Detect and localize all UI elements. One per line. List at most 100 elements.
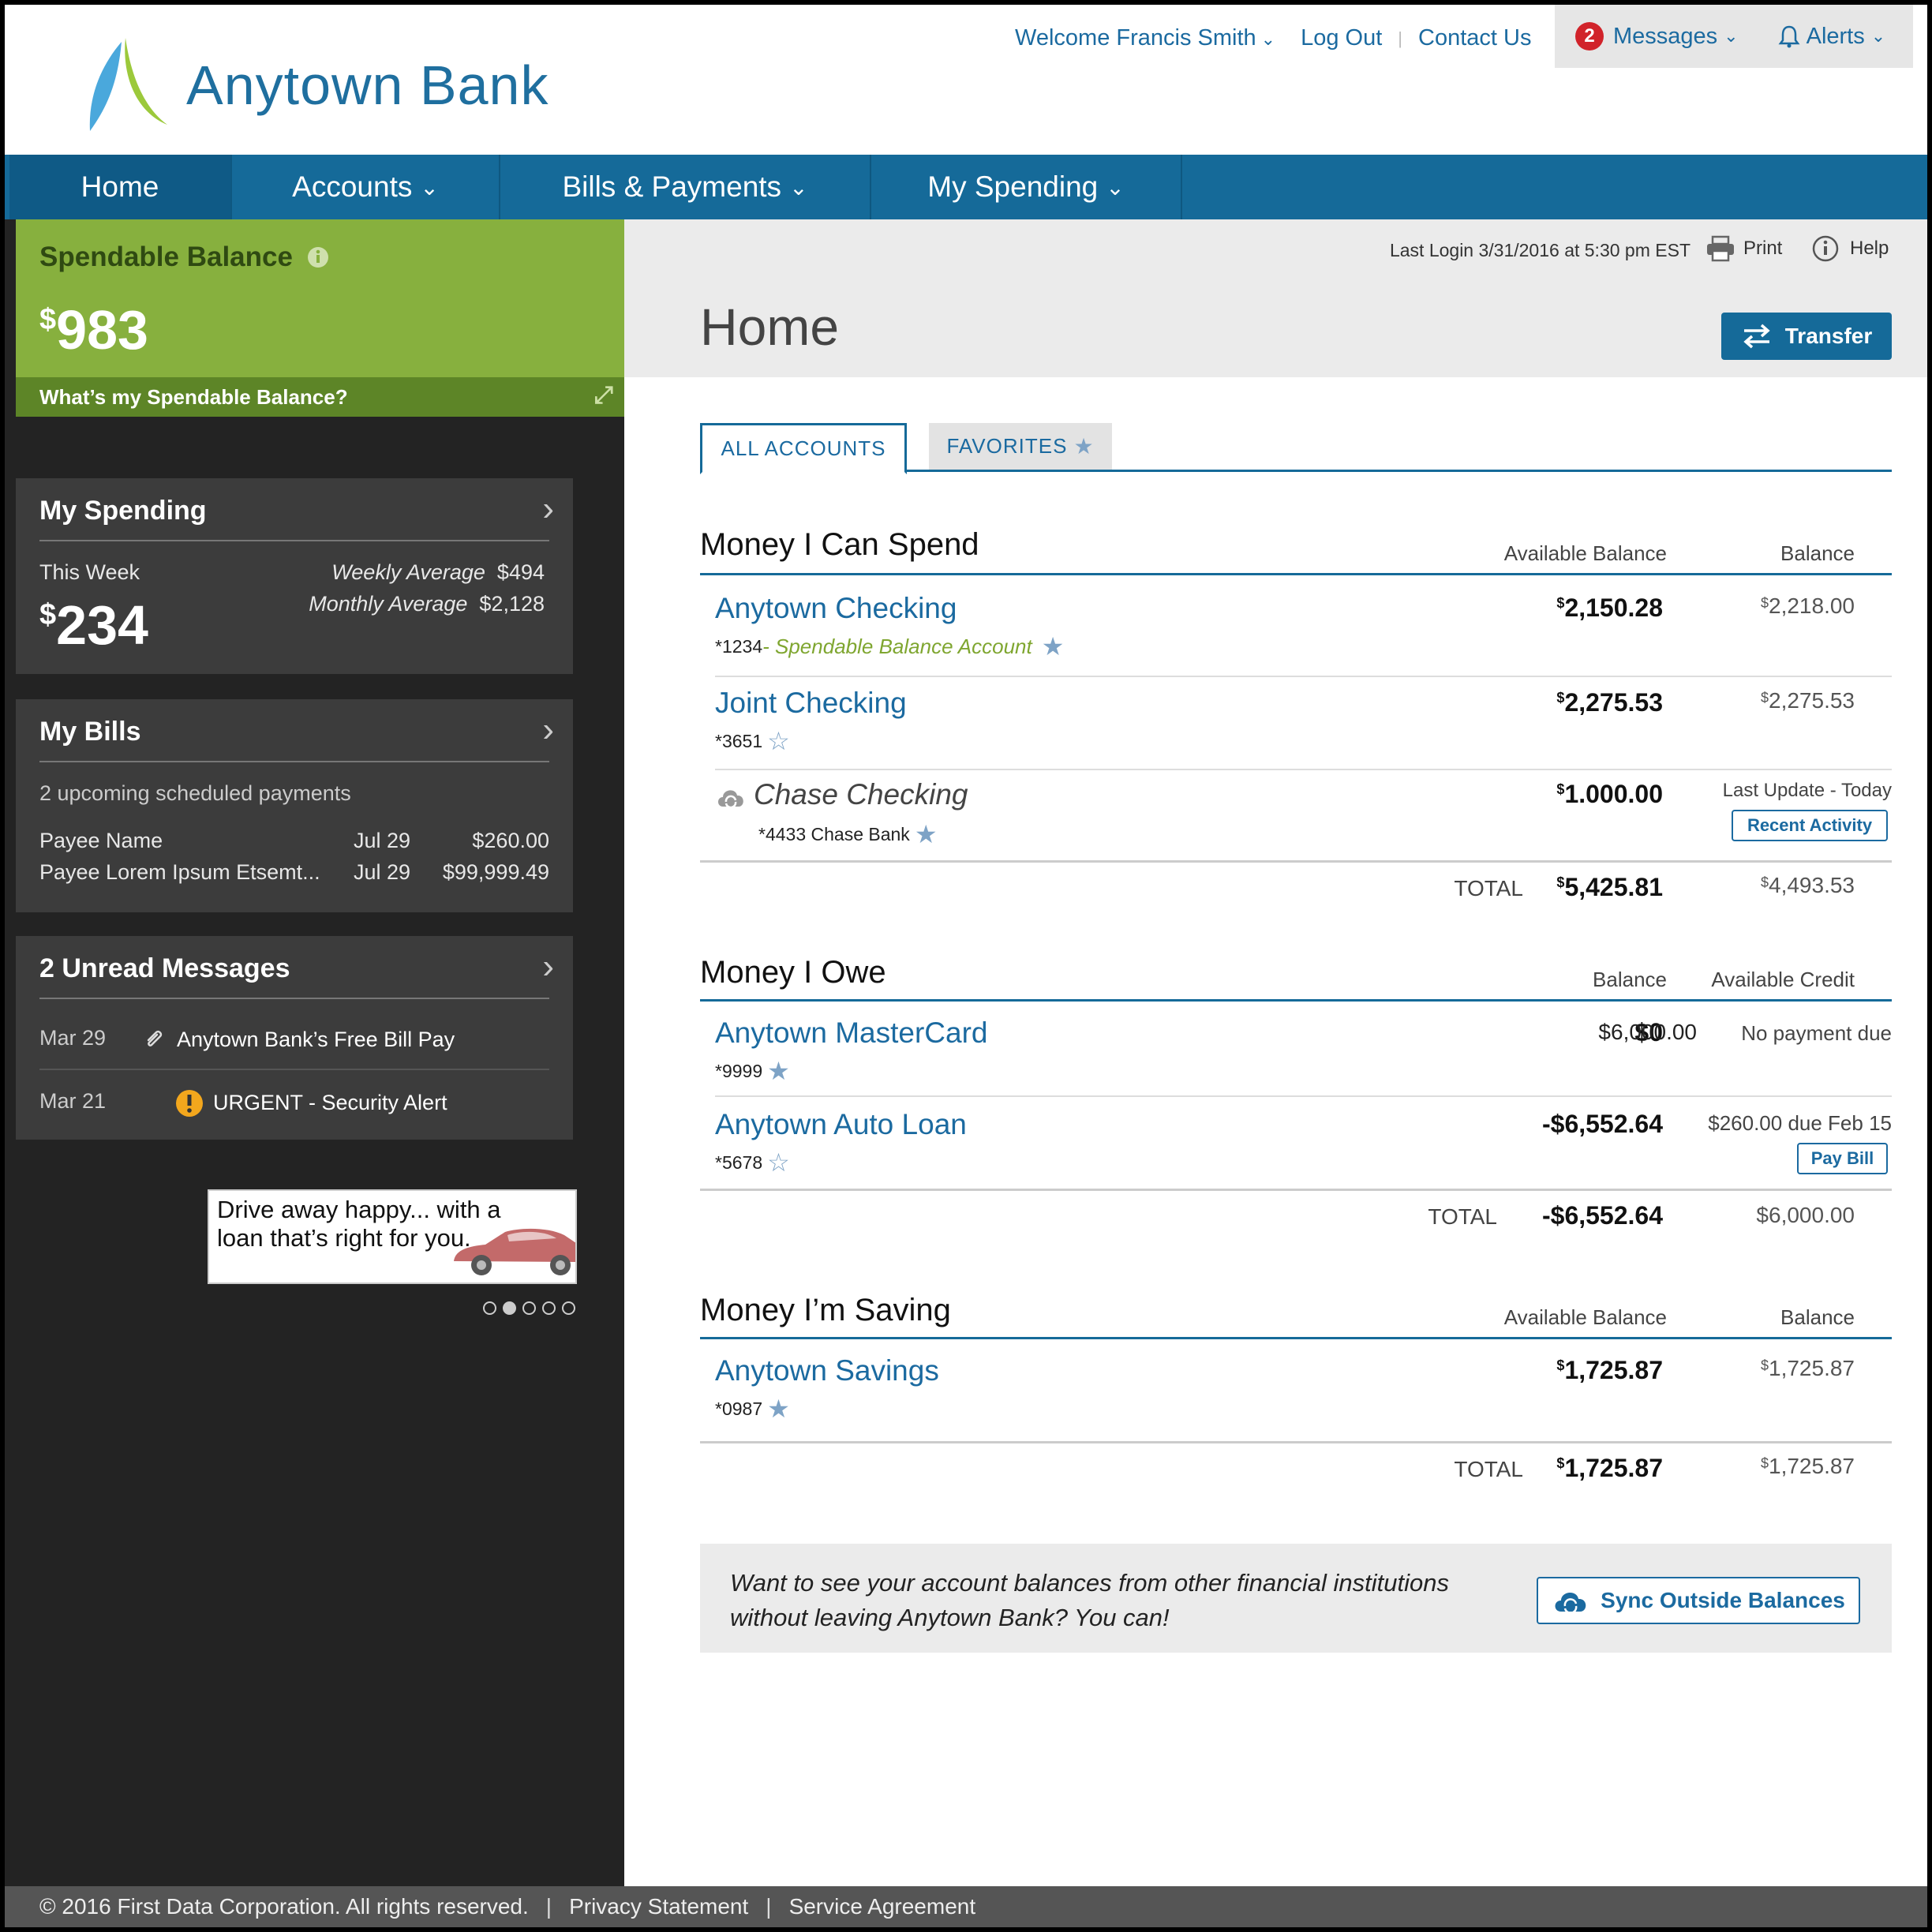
- chevron-down-icon: ⌄: [1870, 26, 1886, 46]
- balance-value: 2,218.00: [1769, 593, 1855, 618]
- spendable-balance-help-link[interactable]: What’s my Spendable Balance? ⤢: [16, 377, 624, 417]
- alerts-label: Alerts: [1806, 23, 1865, 49]
- account-number: *3651 ☆: [715, 726, 790, 756]
- star-icon[interactable]: ★: [767, 1056, 790, 1086]
- col-header-available-credit: Available Credit: [1711, 968, 1855, 991]
- star-icon[interactable]: ★: [767, 1394, 790, 1424]
- logout-link[interactable]: Log Out: [1301, 25, 1382, 51]
- nav-accounts-label: Accounts: [292, 170, 413, 203]
- nav-bills-label: Bills & Payments: [562, 170, 782, 203]
- col-header-balance: Balance: [1593, 968, 1667, 991]
- bill-date: Jul 29: [354, 829, 411, 852]
- nav-my-spending[interactable]: My Spending ⌄: [871, 155, 1182, 219]
- available-balance: $1,725.87: [1556, 1356, 1663, 1384]
- currency-symbol: $: [39, 303, 57, 336]
- chevron-right-icon[interactable]: ›: [542, 710, 554, 750]
- nav-home[interactable]: Home: [9, 155, 232, 219]
- star-icon[interactable]: ★: [915, 819, 938, 849]
- available-balance-value: 2,150.28: [1564, 593, 1663, 622]
- chevron-down-icon: ⌄: [1106, 174, 1125, 200]
- page-header: Last Login 3/31/2016 at 5:30 pm EST Prin…: [624, 219, 1927, 377]
- tab-favorites-label: FAVORITES: [946, 434, 1068, 458]
- bill-payee: Payee Lorem Ipsum Etsemt...: [39, 860, 320, 884]
- promo-banner[interactable]: Drive away happy... with a loan that’s r…: [208, 1189, 577, 1284]
- bill-payee: Payee Name: [39, 829, 163, 852]
- chevron-right-icon[interactable]: ›: [542, 489, 554, 529]
- divider: |: [545, 1894, 552, 1919]
- unread-messages-card[interactable]: 2 Unread Messages › Mar 29 Anytown Bank’…: [16, 936, 573, 1140]
- star-icon[interactable]: ★: [1042, 631, 1065, 661]
- section-title-spend: Money I Can Spend: [700, 527, 979, 562]
- spendable-balance-title: Spendable Balance: [39, 242, 329, 273]
- messages-menu[interactable]: 2 Messages ⌄: [1575, 22, 1739, 51]
- nav-accounts[interactable]: Accounts ⌄: [232, 155, 500, 219]
- account-name-link[interactable]: Anytown Checking: [715, 592, 957, 625]
- privacy-link[interactable]: Privacy Statement: [569, 1894, 748, 1919]
- info-icon[interactable]: [307, 246, 329, 268]
- alerts-menu[interactable]: Alerts ⌄: [1778, 23, 1886, 50]
- cloud-sync-icon: [718, 790, 743, 809]
- account-number: *5678 ☆: [715, 1148, 790, 1178]
- account-number: *4433 Chase Bank ★: [758, 819, 938, 849]
- section-title-save: Money I’m Saving: [700, 1293, 951, 1327]
- account-name-link[interactable]: Anytown Savings: [715, 1354, 939, 1387]
- my-bills-title: My Bills: [39, 717, 141, 747]
- chevron-down-icon: ⌄: [420, 174, 439, 200]
- total-balance: $1,725.87: [1760, 1454, 1855, 1478]
- account-number: *1234 - Spendable Balance Account ★: [715, 631, 1064, 661]
- tab-all-accounts[interactable]: ALL ACCOUNTS: [700, 423, 907, 474]
- transfer-button[interactable]: Transfer: [1721, 313, 1892, 360]
- contact-link[interactable]: Contact Us: [1418, 25, 1531, 51]
- total-available: $5,425.81: [1556, 873, 1663, 901]
- account-name-link[interactable]: Anytown Auto Loan: [715, 1108, 967, 1141]
- service-agreement-link[interactable]: Service Agreement: [789, 1894, 976, 1919]
- star-outline-icon[interactable]: ☆: [767, 1148, 790, 1178]
- car-image: [454, 1228, 575, 1275]
- balance: $2,275.53: [1760, 688, 1855, 713]
- carousel-dot[interactable]: [542, 1301, 556, 1315]
- help-button[interactable]: Help: [1812, 235, 1889, 262]
- total-rule: [700, 1441, 1892, 1443]
- total-balance: $4,493.53: [1760, 873, 1855, 897]
- payment-due: $260.00 due Feb 15: [1708, 1111, 1892, 1135]
- account-name-link[interactable]: Chase Checking: [754, 778, 968, 811]
- sync-button-label: Sync Outside Balances: [1601, 1588, 1845, 1612]
- welcome-menu[interactable]: Welcome Francis Smith ⌄: [1015, 25, 1275, 51]
- last-update-text: Last Update - Today: [1722, 780, 1892, 801]
- carousel-dot[interactable]: [483, 1301, 496, 1315]
- carousel-dot[interactable]: [522, 1301, 536, 1315]
- account-number-text: *3651: [715, 730, 763, 751]
- carousel-dot[interactable]: [562, 1301, 575, 1315]
- divider: |: [766, 1894, 772, 1919]
- expand-icon[interactable]: ⤢: [594, 382, 613, 409]
- pay-bill-button[interactable]: Pay Bill: [1797, 1143, 1888, 1174]
- bank-logo[interactable]: Anytown Bank: [82, 38, 549, 133]
- account-name-link[interactable]: Joint Checking: [715, 687, 907, 720]
- row-divider: [715, 769, 1892, 770]
- cloud-sync-icon: [1555, 1592, 1586, 1614]
- section-rule: [700, 999, 1892, 1002]
- tab-favorites[interactable]: FAVORITES ★: [929, 423, 1112, 470]
- bank-name: Anytown Bank: [186, 54, 549, 116]
- chevron-down-icon: ⌄: [1724, 26, 1739, 46]
- recent-activity-button[interactable]: Recent Activity: [1732, 810, 1888, 841]
- message-date: Mar 29: [39, 1026, 107, 1050]
- carousel-dot-active[interactable]: [503, 1301, 516, 1315]
- balance: $1,725.87: [1760, 1356, 1855, 1380]
- print-button[interactable]: Print: [1705, 235, 1782, 262]
- available-balance-value: 1,725.87: [1564, 1356, 1663, 1384]
- account-name-link[interactable]: Anytown MasterCard: [715, 1017, 987, 1050]
- nav-bills-payments[interactable]: Bills & Payments ⌄: [500, 155, 871, 219]
- footer: © 2016 First Data Corporation. All right…: [5, 1886, 1927, 1927]
- last-login: Last Login 3/31/2016 at 5:30 pm EST: [1389, 240, 1690, 260]
- my-spending-card[interactable]: My Spending › This Week $234 Weekly Aver…: [16, 478, 573, 674]
- sync-outside-balances-button[interactable]: Sync Outside Balances: [1537, 1577, 1860, 1624]
- main-content: Last Login 3/31/2016 at 5:30 pm EST Prin…: [624, 219, 1927, 1886]
- total-available-value: 1,725.87: [1564, 1454, 1663, 1482]
- sail-logo-icon: [89, 38, 167, 131]
- chevron-right-icon[interactable]: ›: [542, 947, 554, 987]
- col-header-balance: Balance: [1780, 541, 1855, 565]
- my-bills-card[interactable]: My Bills › 2 upcoming scheduled payments…: [16, 699, 573, 912]
- star-outline-icon[interactable]: ☆: [767, 726, 790, 756]
- available-balance: $2,150.28: [1556, 593, 1663, 622]
